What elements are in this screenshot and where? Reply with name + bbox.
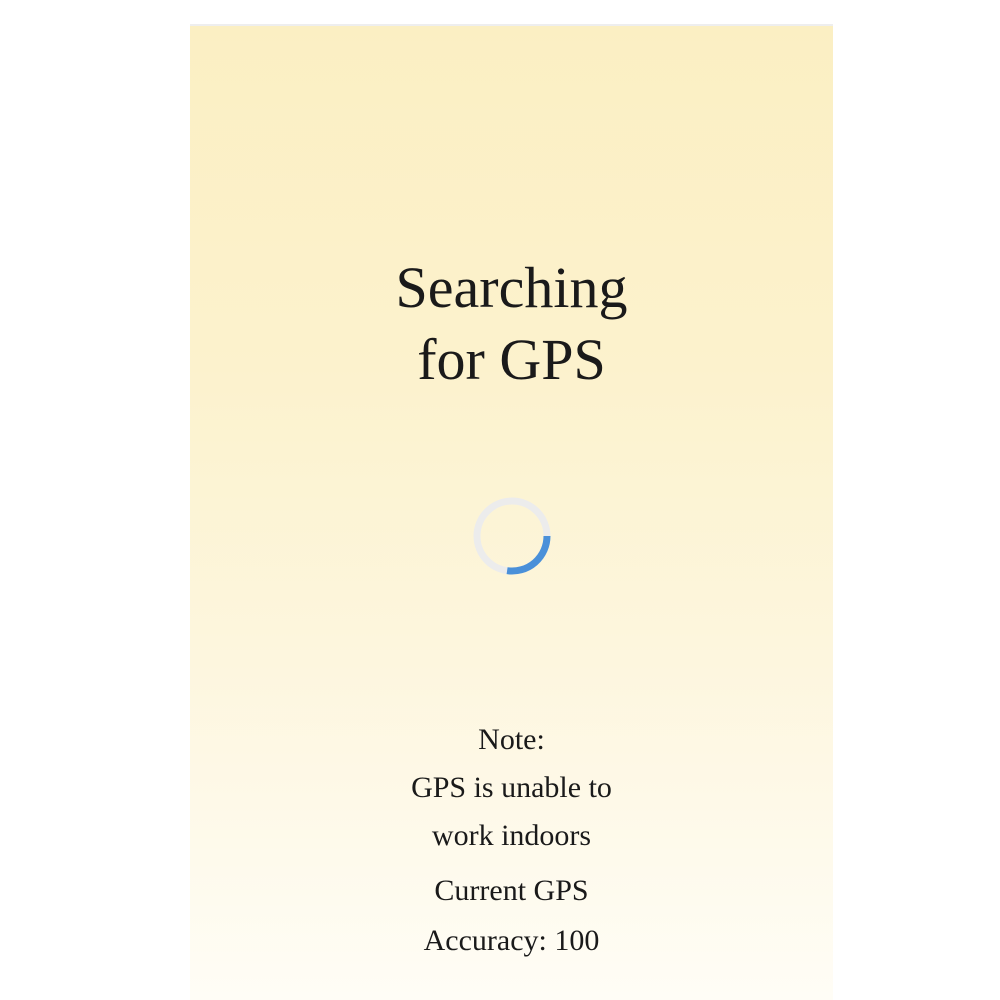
note-line-2: work indoors (431, 819, 592, 852)
note-block: Note: GPS is unable to work indoors (190, 716, 833, 860)
accuracy-line-2: Accuracy: 100 (190, 916, 833, 966)
note-line-1: GPS is unable to (411, 771, 612, 804)
note-heading: Note: (478, 723, 545, 756)
page-title: Searching for GPS (190, 252, 833, 396)
accuracy-label: Accuracy: (423, 924, 547, 957)
loading-spinner-icon (472, 496, 552, 576)
title-line-2: for GPS (417, 327, 606, 392)
accuracy-value: 100 (554, 924, 600, 957)
gps-accuracy: Current GPS Accuracy: 100 (190, 866, 833, 966)
spinner-arc (506, 535, 551, 575)
accuracy-line-1: Current GPS (434, 874, 589, 907)
title-line-1: Searching (395, 255, 628, 320)
gps-search-screen: Searching for GPS Note: GPS is unable to… (190, 24, 833, 1000)
